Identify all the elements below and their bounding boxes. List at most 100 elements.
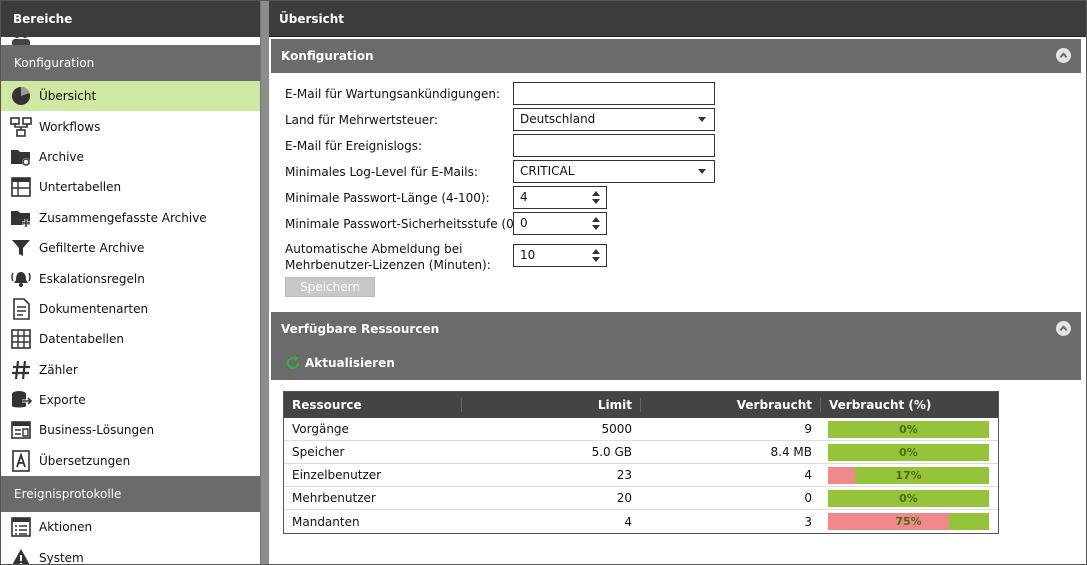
export-icon: [9, 388, 33, 412]
usage-progress-bar: 17%: [828, 466, 989, 484]
sidebar-section-configuration[interactable]: Konfiguration: [1, 45, 260, 81]
table-row: Einzelbenutzer 23 4 17%: [284, 464, 998, 487]
chevron-up-icon: [1059, 325, 1068, 331]
pie-chart-icon: [9, 84, 33, 108]
cell-resource: Einzelbenutzer: [292, 468, 382, 482]
spin-down-icon[interactable]: [592, 225, 600, 230]
sidebar-item-warning[interactable]: System: [1, 542, 260, 564]
sidebar-item-label: Zähler: [39, 362, 78, 377]
config-panel-header[interactable]: Konfiguration: [271, 39, 1081, 73]
workflow-icon: [9, 115, 33, 139]
collapse-resources-button[interactable]: [1056, 321, 1071, 336]
sidebar-scrolled-item[interactable]: [1, 37, 260, 45]
data-table-icon: [9, 327, 33, 351]
sidebar-item-label: Archive: [39, 149, 84, 164]
sidebar-item-merged-archive[interactable]: Zusammengefasste Archive: [1, 203, 260, 233]
collapse-config-button[interactable]: [1056, 48, 1071, 63]
cell-used: 3: [804, 514, 812, 529]
min-pw-strength-stepper[interactable]: 0: [513, 212, 607, 235]
cell-used-percent: 0%: [820, 420, 998, 438]
spin-up-icon[interactable]: [592, 249, 600, 254]
sidebar-item-filter[interactable]: Gefilterte Archive: [1, 233, 260, 263]
cell-limit: 20: [616, 491, 632, 505]
app-window: Bereiche Konfiguration Übersicht Workflow…: [0, 0, 1087, 565]
sidebar-item-hash[interactable]: Zähler: [1, 355, 260, 385]
min-log-level-value: CRITICAL: [520, 164, 575, 178]
sidebar-config-list: Übersicht Workflows Archive Untertabellen Zu…: [1, 81, 260, 476]
document-types-icon: [9, 297, 33, 321]
sidebar-item-label: Exporte: [39, 393, 86, 408]
cell-resource: Vorgänge: [292, 422, 349, 436]
cell-resource: Speicher: [292, 445, 345, 459]
sidebar-item-actions-list[interactable]: Aktionen: [1, 512, 260, 542]
sidebar-item-data-table[interactable]: Datentabellen: [1, 324, 260, 354]
usage-progress-bar: 0%: [828, 443, 989, 461]
spin-up-icon[interactable]: [592, 191, 600, 196]
column-header-resource[interactable]: Ressource: [284, 398, 461, 412]
min-log-level-select[interactable]: CRITICAL: [513, 160, 715, 183]
cell-used: 9: [804, 422, 812, 436]
spin-down-icon[interactable]: [592, 199, 600, 204]
cell-used: 0: [804, 491, 812, 505]
sidebar-item-workflow[interactable]: Workflows: [1, 111, 260, 141]
table-row: Vorgänge 5000 9 0%: [284, 418, 998, 441]
spin-up-icon[interactable]: [592, 217, 600, 222]
page-title: Übersicht: [269, 1, 1086, 37]
archive-folder-icon: [9, 145, 33, 169]
sidebar-item-pie-chart[interactable]: Übersicht: [1, 81, 260, 112]
sidebar-section-event-logs[interactable]: Ereignisprotokolle: [1, 476, 260, 513]
email-maintenance-field[interactable]: [513, 82, 715, 105]
usage-percent-label: 0%: [899, 422, 918, 436]
refresh-toolbar: Aktualisieren: [271, 346, 1081, 380]
email-maintenance-label: E-Mail für Wartungsankündigungen:: [285, 87, 501, 101]
column-header-used-percent[interactable]: Verbraucht (%): [820, 398, 998, 412]
spin-down-icon[interactable]: [592, 257, 600, 262]
auto-logout-label-line2: Mehrbenutzer-Lizenzen (Minuten):: [285, 258, 491, 272]
sidebar-item-label: Datentabellen: [39, 332, 125, 347]
sidebar-header: Bereiche: [1, 1, 260, 37]
main-content: Übersicht Konfiguration E-Mail für Wartu…: [269, 1, 1086, 564]
usage-percent-label: 75%: [895, 515, 922, 528]
sidebar-item-escalation[interactable]: Eskalationsregeln: [1, 263, 260, 293]
sidebar-item-label: Untertabellen: [39, 180, 122, 195]
table-body: Vorgänge 5000 9 0% Speicher 5.0 GB 8.4 MB 0% Ein…: [284, 418, 998, 533]
cell-limit: 4: [624, 514, 632, 529]
sidebar-item-archive-folder[interactable]: Archive: [1, 142, 260, 172]
panel-splitter[interactable]: [261, 1, 269, 564]
usage-percent-label: 0%: [899, 491, 918, 505]
actions-list-icon: [9, 515, 33, 539]
cell-limit: 23: [616, 468, 632, 482]
sidebar-item-document-types[interactable]: Dokumentenarten: [1, 294, 260, 324]
sidebar-item-label: Dokumentenarten: [39, 301, 149, 316]
filter-icon: [9, 236, 33, 260]
column-header-limit[interactable]: Limit: [461, 398, 640, 412]
translation-icon: [9, 449, 33, 473]
sidebar-events-list: Aktionen System: [1, 512, 260, 564]
cell-resource: Mehrbenutzer: [292, 491, 376, 505]
refresh-icon[interactable]: [285, 355, 301, 371]
sidebar-item-label: Aktionen: [39, 520, 93, 535]
min-pw-length-stepper[interactable]: 4: [513, 186, 607, 209]
dropdown-arrow-icon: [698, 117, 706, 122]
cell-used-percent: 17%: [820, 466, 998, 484]
usage-progress-bar: 0%: [828, 420, 989, 438]
column-header-used[interactable]: Verbraucht: [640, 398, 820, 412]
cell-resource: Mandanten: [292, 514, 360, 529]
sidebar-item-label: Zusammengefasste Archive: [39, 210, 207, 225]
sidebar-item-subtable[interactable]: Untertabellen: [1, 172, 260, 202]
sidebar-item-business-solutions[interactable]: Business-Lösungen: [1, 415, 260, 445]
users-icon: [12, 37, 30, 45]
cell-limit: 5000: [601, 422, 632, 436]
save-button[interactable]: Speichern: [285, 277, 375, 297]
sidebar-item-label: Übersetzungen: [39, 453, 131, 468]
cell-used: 8.4 MB: [770, 445, 812, 459]
refresh-button[interactable]: Aktualisieren: [305, 356, 395, 370]
auto-logout-stepper[interactable]: 10: [513, 244, 607, 267]
resources-panel-header[interactable]: Verfügbare Ressourcen: [271, 312, 1081, 346]
cell-limit: 5.0 GB: [591, 445, 632, 459]
sidebar-item-export[interactable]: Exporte: [1, 385, 260, 415]
sidebar-item-translation[interactable]: Übersetzungen: [1, 446, 260, 476]
email-eventlogs-field[interactable]: [513, 134, 715, 157]
vat-country-select[interactable]: Deutschland: [513, 108, 715, 131]
min-pw-length-label: Minimale Passwort-Länge (4-100):: [285, 191, 490, 205]
